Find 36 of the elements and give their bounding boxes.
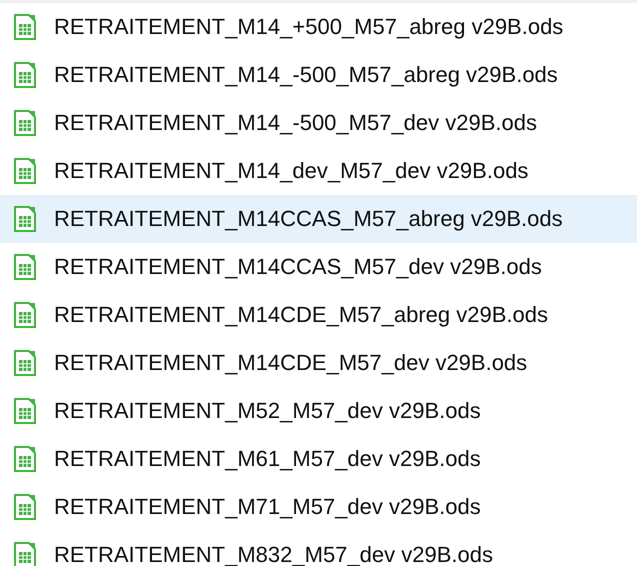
file-row[interactable]: RETRAITEMENT_M14CCAS_M57_dev v29B.ods — [0, 243, 637, 291]
file-name: RETRAITEMENT_M14CDE_M57_abreg v29B.ods — [54, 302, 548, 328]
file-row[interactable]: RETRAITEMENT_M52_M57_dev v29B.ods — [0, 387, 637, 435]
file-row[interactable]: RETRAITEMENT_M14_+500_M57_abreg v29B.ods — [0, 3, 637, 51]
spreadsheet-file-icon — [14, 158, 36, 184]
file-name: RETRAITEMENT_M14_-500_M57_dev v29B.ods — [54, 110, 537, 136]
file-row[interactable]: RETRAITEMENT_M14CCAS_M57_abreg v29B.ods — [0, 195, 637, 243]
file-name: RETRAITEMENT_M14CCAS_M57_abreg v29B.ods — [54, 206, 563, 232]
spreadsheet-file-icon — [14, 254, 36, 280]
file-name: RETRAITEMENT_M61_M57_dev v29B.ods — [54, 446, 481, 472]
file-name: RETRAITEMENT_M14_+500_M57_abreg v29B.ods — [54, 14, 564, 40]
file-name: RETRAITEMENT_M832_M57_dev v29B.ods — [54, 542, 493, 566]
file-row[interactable]: RETRAITEMENT_M14CDE_M57_abreg v29B.ods — [0, 291, 637, 339]
file-name: RETRAITEMENT_M14_-500_M57_abreg v29B.ods — [54, 62, 558, 88]
spreadsheet-file-icon — [14, 446, 36, 472]
spreadsheet-file-icon — [14, 350, 36, 376]
spreadsheet-file-icon — [14, 398, 36, 424]
file-name: RETRAITEMENT_M14_dev_M57_dev v29B.ods — [54, 158, 528, 184]
spreadsheet-file-icon — [14, 542, 36, 566]
file-row[interactable]: RETRAITEMENT_M71_M57_dev v29B.ods — [0, 483, 637, 531]
spreadsheet-file-icon — [14, 494, 36, 520]
file-row[interactable]: RETRAITEMENT_M14_-500_M57_abreg v29B.ods — [0, 51, 637, 99]
file-name: RETRAITEMENT_M52_M57_dev v29B.ods — [54, 398, 481, 424]
spreadsheet-file-icon — [14, 302, 36, 328]
file-name: RETRAITEMENT_M14CCAS_M57_dev v29B.ods — [54, 254, 542, 280]
file-row[interactable]: RETRAITEMENT_M61_M57_dev v29B.ods — [0, 435, 637, 483]
file-row[interactable]: RETRAITEMENT_M832_M57_dev v29B.ods — [0, 531, 637, 566]
file-name: RETRAITEMENT_M71_M57_dev v29B.ods — [54, 494, 481, 520]
file-name: RETRAITEMENT_M14CDE_M57_dev v29B.ods — [54, 350, 528, 376]
file-row[interactable]: RETRAITEMENT_M14_dev_M57_dev v29B.ods — [0, 147, 637, 195]
file-row[interactable]: RETRAITEMENT_M14_-500_M57_dev v29B.ods — [0, 99, 637, 147]
spreadsheet-file-icon — [14, 14, 36, 40]
file-row[interactable]: RETRAITEMENT_M14CDE_M57_dev v29B.ods — [0, 339, 637, 387]
spreadsheet-file-icon — [14, 110, 36, 136]
spreadsheet-file-icon — [14, 62, 36, 88]
spreadsheet-file-icon — [14, 206, 36, 232]
